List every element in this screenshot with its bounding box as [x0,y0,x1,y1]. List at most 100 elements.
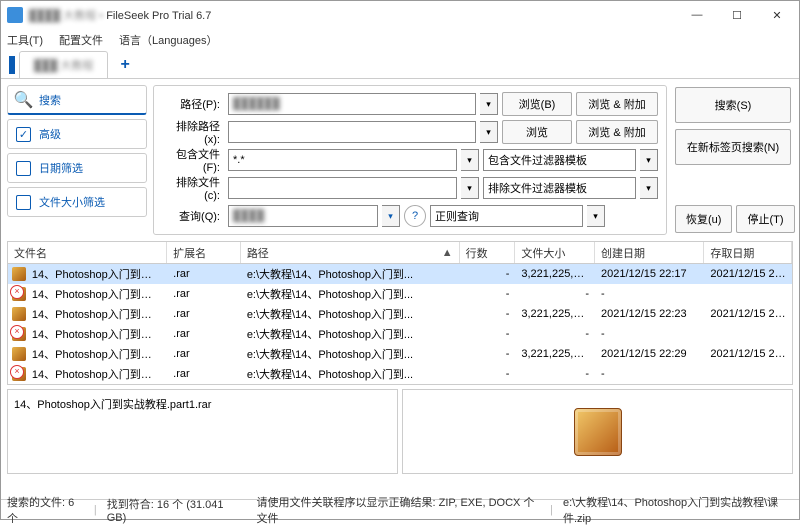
cell-name: 14、Photoshop入门到实战教... [26,265,167,283]
side-sizefilter-label: 文件大小筛选 [39,194,105,210]
exclude-path-input[interactable] [228,121,476,143]
maximize-button[interactable]: ☐ [717,2,757,28]
cell-cdate: 2021/12/15 22:23 [595,307,704,321]
search-newtab-button[interactable]: 在新标签页搜索(N) [675,129,791,165]
tab-new[interactable]: + [110,51,139,78]
exclude-filter-template[interactable] [483,177,636,199]
cell-size: - [515,367,595,381]
cell-lines: - [460,307,516,321]
side-advanced[interactable]: ✓ 高级 [7,119,147,149]
table-row[interactable]: 14、Photoshop入门到实战教....rare:\大教程\14、Photo… [8,344,792,364]
path-dropdown-icon[interactable]: ▾ [480,93,498,115]
cell-ext: .rar [167,327,241,341]
cell-lines: - [460,347,516,361]
browse-button[interactable]: 浏览(B) [502,92,572,116]
restore-button[interactable]: 恢复(u) [675,205,732,233]
search-icon: 🔍 [16,92,31,107]
regex-dropdown-icon[interactable]: ▾ [587,205,605,227]
col-lines[interactable]: 行数 [460,242,516,263]
results-table: 文件名 扩展名 路径▲ 行数 文件大小 创建日期 存取日期 14、Photosh… [7,241,793,385]
browse-append-button[interactable]: 浏览 & 附加 [576,92,658,116]
menubar: 工具(T) 配置文件 语言（Languages） [1,29,799,51]
col-sdate[interactable]: 存取日期 [704,242,792,263]
cell-path: e:\大教程\14、Photoshop入门到... [241,305,460,323]
side-search-label: 搜索 [39,92,61,108]
archive-icon [12,347,26,361]
col-size[interactable]: 文件大小 [515,242,595,263]
cell-cdate: - [595,287,704,301]
col-cdate[interactable]: 创建日期 [595,242,704,263]
side-size-filter[interactable]: 文件大小筛选 [7,187,147,217]
search-button[interactable]: 搜索(S) [675,87,791,123]
path-label: 路径(P): [162,96,224,112]
cell-size: - [515,287,595,301]
side-datefilter-label: 日期筛选 [39,160,83,176]
table-row[interactable]: 14、Photoshop入门到实战教....rare:\大教程\14、Photo… [8,304,792,324]
table-row[interactable]: 14、Photoshop入门到实战教....rare:\大教程\14、Photo… [8,264,792,284]
cell-cdate: 2021/12/15 22:17 [595,267,704,281]
cell-name: 14、Photoshop入门到实战教... [26,285,167,303]
side-advanced-label: 高级 [39,126,61,142]
preview-filename: 14、Photoshop入门到实战教程.part1.rar [14,399,211,411]
status-hint: 请使用文件关联程序以显示正确结果: ZIP, EXE, DOCX 个文件 [257,494,541,526]
file-error-icon [12,327,26,341]
path-input[interactable]: ██████ [228,93,476,115]
table-body: 14、Photoshop入门到实战教....rare:\大教程\14、Photo… [8,264,792,384]
include-file-input[interactable] [228,149,457,171]
window-title: ████ 大教程 • FileSeek Pro Trial 6.7 [29,7,677,23]
file-error-icon [12,287,26,301]
stop-button[interactable]: 停止(T) [736,205,794,233]
cell-sdate [704,333,792,335]
cell-cdate: - [595,367,704,381]
status-found: 找到符合: 16 个 (31.041 GB) [107,496,239,524]
table-row[interactable]: 14、Photoshop入门到实战教....rare:\大教程\14、Photo… [8,364,792,384]
minimize-button[interactable]: — [677,2,717,28]
cell-lines: - [460,327,516,341]
cell-ext: .rar [167,267,241,281]
checkbox-icon [16,161,31,176]
menu-config[interactable]: 配置文件 [59,32,103,48]
cell-ext: .rar [167,367,241,381]
cell-lines: - [460,267,516,281]
query-dropdown-icon[interactable]: ▾ [382,205,400,227]
statusbar: 搜索的文件: 6 个| 找到符合: 16 个 (31.041 GB) 请使用文件… [1,499,799,519]
col-path[interactable]: 路径▲ [241,242,460,263]
cell-lines: - [460,287,516,301]
close-button[interactable]: ✕ [757,2,797,28]
cell-path: e:\大教程\14、Photoshop入门到... [241,345,460,363]
side-search[interactable]: 🔍 搜索 [7,85,147,115]
cell-size: 3,221,225,472 [515,267,595,281]
exclude-file-dropdown-icon[interactable]: ▾ [461,177,479,199]
browse2-button[interactable]: 浏览 [502,120,572,144]
tab-active[interactable]: ███ 大教程 [19,51,108,78]
include-filter-template[interactable] [483,149,636,171]
exclude-file-input[interactable] [228,177,457,199]
menu-tools[interactable]: 工具(T) [7,32,43,48]
tab-indicator [9,56,15,74]
exclude-path-dropdown-icon[interactable]: ▾ [480,121,498,143]
browse-append2-button[interactable]: 浏览 & 附加 [576,120,658,144]
col-ext[interactable]: 扩展名 [167,242,241,263]
cell-sdate: 2021/12/15 22:3 [704,347,792,361]
col-filename[interactable]: 文件名 [8,242,167,263]
side-date-filter[interactable]: 日期筛选 [7,153,147,183]
query-input[interactable]: ████ [228,205,378,227]
include-file-dropdown-icon[interactable]: ▾ [461,149,479,171]
regex-select[interactable] [430,205,583,227]
archive-icon [12,267,26,281]
archive-file-icon [574,408,622,456]
include-template-dropdown-icon[interactable]: ▾ [640,149,658,171]
preview-name-box: 14、Photoshop入门到实战教程.part1.rar [7,389,398,474]
cell-lines: - [460,367,516,381]
cell-path: e:\大教程\14、Photoshop入门到... [241,285,460,303]
status-searched: 搜索的文件: 6 个 [7,494,84,526]
cell-ext: .rar [167,347,241,361]
help-icon[interactable]: ? [404,205,426,227]
exclude-template-dropdown-icon[interactable]: ▾ [640,177,658,199]
file-error-icon [12,367,26,381]
menu-language[interactable]: 语言（Languages） [119,32,217,48]
archive-icon [12,307,26,321]
table-row[interactable]: 14、Photoshop入门到实战教....rare:\大教程\14、Photo… [8,324,792,344]
cell-size: - [515,327,595,341]
table-row[interactable]: 14、Photoshop入门到实战教....rare:\大教程\14、Photo… [8,284,792,304]
